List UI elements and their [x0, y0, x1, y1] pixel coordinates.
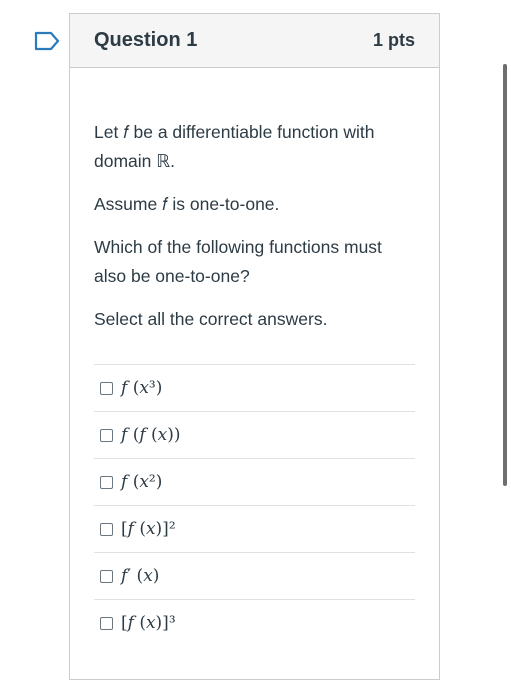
answer-label[interactable]: 𝑓 (𝑥³) — [121, 378, 162, 398]
question-body: Let 𝑓 be a differentiable function with … — [70, 68, 439, 646]
answer-option[interactable]: 𝑓 (𝑥³) — [94, 365, 415, 412]
question-text: Let 𝑓 be a differentiable function with … — [94, 122, 375, 171]
answer-option[interactable]: 𝑓′ (𝑥) — [94, 553, 415, 600]
question-points: 1 pts — [372, 30, 415, 50]
question-text: Which of the following functions must al… — [94, 237, 382, 286]
answer-label[interactable]: [𝑓 (𝑥)]² — [121, 519, 176, 539]
page-scrollbar[interactable] — [503, 64, 507, 486]
answer-label[interactable]: 𝑓 (𝑥²) — [121, 472, 162, 492]
answer-checkbox[interactable] — [100, 475, 113, 489]
answer-list: 𝑓 (𝑥³) 𝑓 (𝑓 (𝑥)) 𝑓 (𝑥²) [𝑓 (𝑥)]² 𝑓′ (𝑥) — [94, 364, 415, 646]
answer-checkbox[interactable] — [100, 381, 113, 395]
answer-label[interactable]: [𝑓 (𝑥)]³ — [121, 613, 176, 633]
question-header: Question 1 1 pts — [70, 14, 439, 68]
question-text: Assume 𝑓 is one-to-one. — [94, 194, 280, 214]
question-instruction: Select all the correct answers. — [94, 309, 328, 329]
answer-checkbox[interactable] — [100, 569, 113, 583]
answer-option[interactable]: [𝑓 (𝑥)]³ — [94, 600, 415, 646]
answer-option[interactable]: 𝑓 (𝑓 (𝑥)) — [94, 412, 415, 459]
answer-label[interactable]: 𝑓 (𝑓 (𝑥)) — [121, 425, 181, 445]
answer-checkbox[interactable] — [100, 522, 113, 536]
flag-question-icon[interactable] — [34, 31, 60, 51]
answer-label[interactable]: 𝑓′ (𝑥) — [121, 566, 159, 586]
answer-checkbox[interactable] — [100, 616, 113, 630]
answer-option[interactable]: [𝑓 (𝑥)]² — [94, 506, 415, 553]
answer-checkbox[interactable] — [100, 428, 113, 442]
question-card: Question 1 1 pts Let 𝑓 be a differentiab… — [69, 13, 440, 680]
question-title: Question 1 — [94, 29, 198, 51]
answer-option[interactable]: 𝑓 (𝑥²) — [94, 459, 415, 506]
